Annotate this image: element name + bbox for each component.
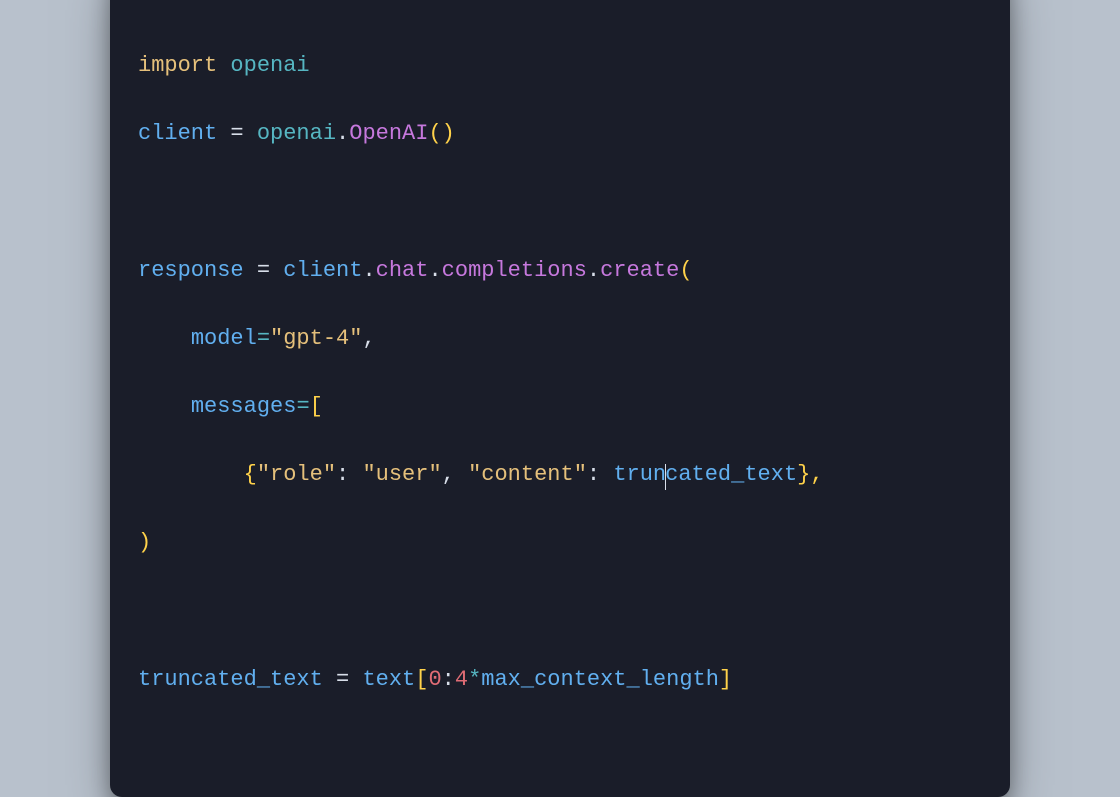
code-line: import openai <box>138 49 982 83</box>
code-line: ) <box>138 526 982 560</box>
kwarg: model <box>191 326 257 351</box>
keyword-import: import <box>138 53 217 78</box>
number-literal: 4 <box>455 667 468 692</box>
string-literal: "gpt-4" <box>270 326 362 351</box>
number-literal: 0 <box>428 667 441 692</box>
module-name: openai <box>230 53 309 78</box>
code-line: messages=[ <box>138 390 982 424</box>
code-line: truncated_text = text[0:4*max_context_le… <box>138 663 982 697</box>
code-line-blank <box>138 595 982 629</box>
code-line-blank <box>138 185 982 219</box>
text-cursor <box>665 464 666 490</box>
code-line: {"role": "user", "content": truncated_te… <box>138 458 982 492</box>
variable: response <box>138 258 244 283</box>
class-name: OpenAI <box>349 121 428 146</box>
kwarg: messages <box>191 394 297 419</box>
code-editor[interactable]: import openai client = openai.OpenAI() r… <box>138 15 982 765</box>
method-call: create <box>600 258 679 283</box>
code-window: import openai client = openai.OpenAI() r… <box>110 0 1010 797</box>
variable: client <box>138 121 217 146</box>
code-line: client = openai.OpenAI() <box>138 117 982 151</box>
variable: truncated_text <box>138 667 323 692</box>
code-line: model="gpt-4", <box>138 322 982 356</box>
code-line: response = client.chat.completions.creat… <box>138 254 982 288</box>
